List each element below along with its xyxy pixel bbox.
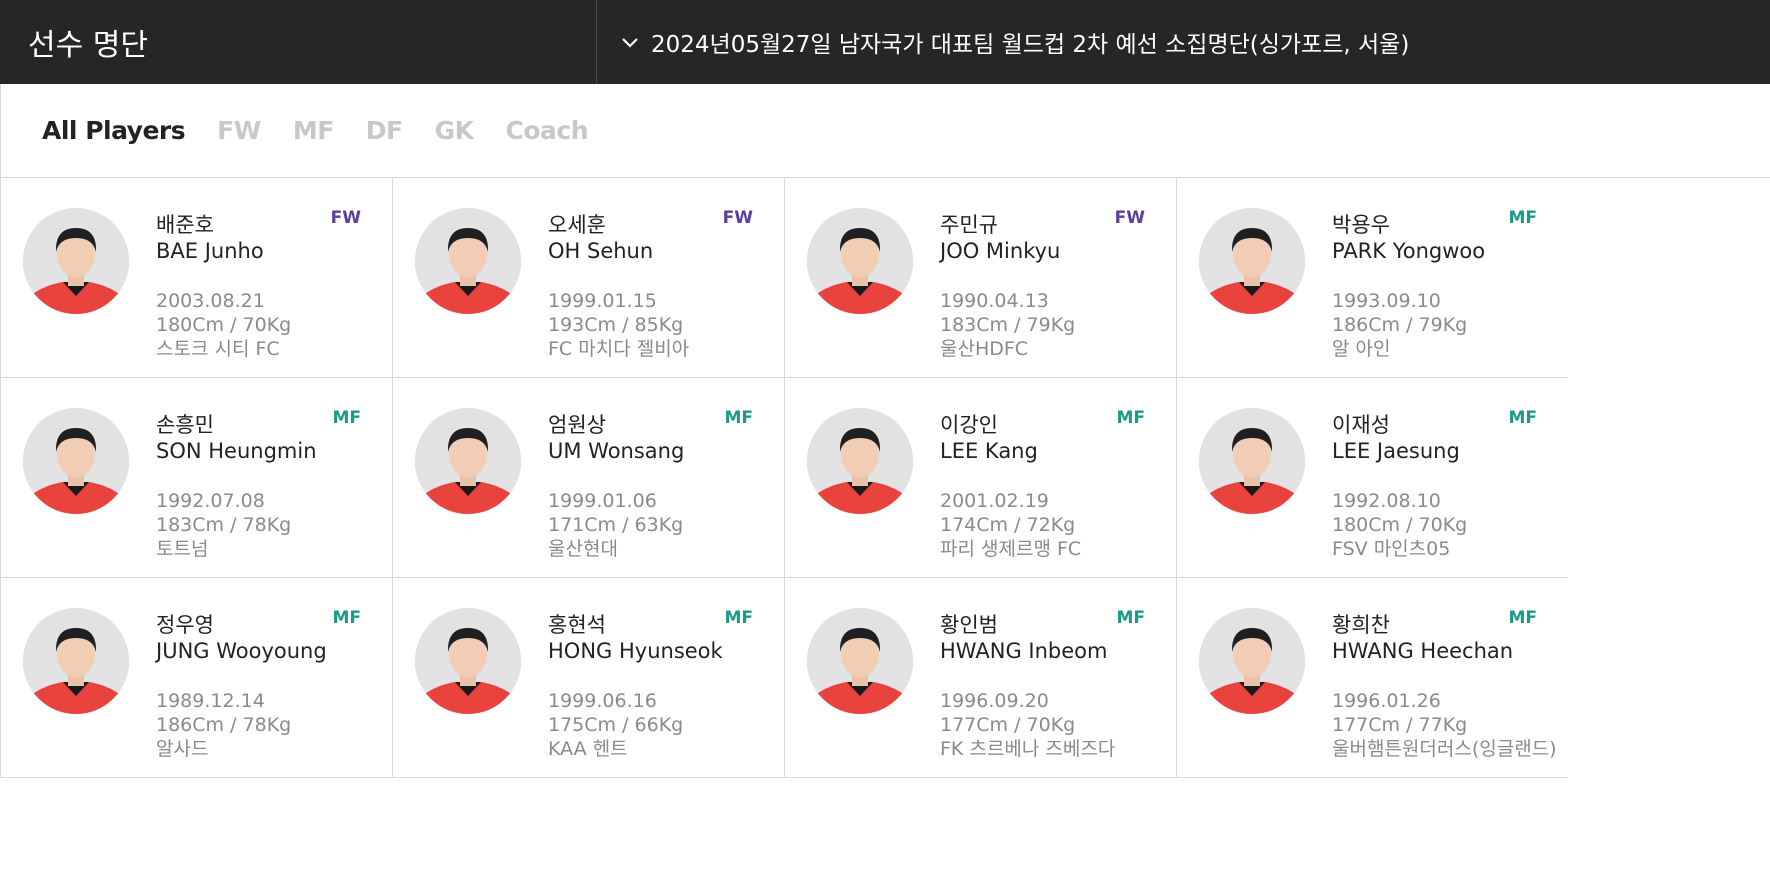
player-birthdate: 1999.01.06 [548, 490, 657, 512]
player-height-weight: 180Cm / 70Kg [156, 314, 292, 336]
player-name-english: HONG Hyunseok [548, 639, 723, 663]
player-name-korean: 이강인 [940, 413, 998, 437]
player-birthdate: 1996.01.26 [1332, 690, 1441, 712]
player-name-english: JOO Minkyu [940, 239, 1061, 263]
player-card[interactable]: MF 박용우 PARK Yongwoo 1993.09.10 186Cm / 79Kg 알… [1176, 178, 1568, 378]
player-club: FK 츠르베나 즈베즈다 [940, 738, 1116, 760]
roster-select[interactable]: 2024년05월27일 남자국가 대표팀 월드컵 2차 예선 소집명단(싱가포르… [597, 0, 1770, 84]
tab-all-players[interactable]: All Players [42, 116, 186, 145]
tab-mf[interactable]: MF [293, 116, 334, 145]
page-title: 선수 명단 [0, 0, 597, 84]
player-name-english: PARK Yongwoo [1332, 239, 1486, 263]
position-filter-bar: All Players FW MF DF GK Coach [0, 84, 1770, 178]
player-height-weight: 171Cm / 63Kg [548, 514, 684, 536]
player-club: 울산현대 [548, 538, 618, 560]
player-birthdate: 1993.09.10 [1332, 290, 1441, 312]
player-birthdate: 1992.07.08 [156, 490, 265, 512]
player-club: 알사드 [156, 738, 209, 760]
player-height-weight: 177Cm / 77Kg [1332, 714, 1468, 736]
player-name-english: OH Sehun [548, 239, 654, 263]
player-card[interactable]: MF 황인범 HWANG Inbeom 1996.09.20 177Cm / 70Kg F… [784, 578, 1176, 778]
player-photo [807, 208, 913, 314]
player-card[interactable]: FW 주민규 JOO Minkyu 1990.04.13 183Cm / 79Kg 울산H… [784, 178, 1176, 378]
player-birthdate: 1992.08.10 [1332, 490, 1441, 512]
player-card[interactable]: MF 엄원상 UM Wonsang 1999.01.06 171Cm / 63Kg 울산현… [392, 378, 784, 578]
player-name-english: UM Wonsang [548, 439, 685, 463]
player-club: 울버햄튼원더러스(잉글랜드) [1332, 738, 1557, 760]
player-club: 알 아인 [1332, 338, 1391, 360]
player-name-korean: 배준호 [156, 213, 214, 237]
player-height-weight: 180Cm / 70Kg [1332, 514, 1468, 536]
player-club: FSV 마인츠05 [1332, 538, 1451, 560]
player-height-weight: 175Cm / 66Kg [548, 714, 684, 736]
player-name-korean: 홍현석 [548, 613, 606, 637]
player-photo [807, 408, 913, 514]
tab-gk[interactable]: GK [435, 116, 474, 145]
player-name-korean: 황인범 [940, 613, 998, 637]
player-name-korean: 오세훈 [548, 213, 606, 237]
player-birthdate: 1989.12.14 [156, 690, 265, 712]
player-photo [415, 208, 521, 314]
page-header: 선수 명단 2024년05월27일 남자국가 대표팀 월드컵 2차 예선 소집명… [0, 0, 1770, 84]
player-photo [1199, 208, 1305, 314]
player-name-english: HWANG Heechan [1332, 639, 1514, 663]
player-card[interactable]: MF 황희찬 HWANG Heechan 1996.01.26 177Cm / 77Kg… [1176, 578, 1568, 778]
player-club: 토트넘 [156, 538, 209, 560]
player-name-korean: 박용우 [1332, 213, 1390, 237]
player-name-korean: 정우영 [156, 613, 214, 637]
tab-coach[interactable]: Coach [506, 116, 589, 145]
roster-select-label: 2024년05월27일 남자국가 대표팀 월드컵 2차 예선 소집명단(싱가포르… [651, 32, 1410, 58]
player-name-english: SON Heungmin [156, 439, 317, 463]
player-photo [807, 608, 913, 714]
player-name-english: LEE Kang [940, 439, 1038, 463]
player-club: 스토크 시티 FC [156, 338, 280, 360]
player-name-korean: 이재성 [1332, 413, 1390, 437]
player-card[interactable]: MF 정우영 JUNG Wooyoung 1989.12.14 186Cm / 78Kg… [0, 578, 392, 778]
player-height-weight: 186Cm / 78Kg [156, 714, 292, 736]
player-birthdate: 1996.09.20 [940, 690, 1049, 712]
player-club: FC 마치다 젤비아 [548, 338, 690, 360]
player-height-weight: 183Cm / 78Kg [156, 514, 292, 536]
player-name-korean: 주민규 [940, 213, 998, 237]
player-club: 울산HDFC [940, 338, 1029, 360]
player-height-weight: 186Cm / 79Kg [1332, 314, 1468, 336]
player-name-korean: 엄원상 [548, 413, 606, 437]
player-photo [23, 208, 129, 314]
player-card[interactable]: FW 오세훈 OH Sehun 1999.01.15 193Cm / 85Kg FC 마치… [392, 178, 784, 378]
player-photo [23, 408, 129, 514]
player-name-english: JUNG Wooyoung [156, 639, 327, 663]
player-photo [1199, 608, 1305, 714]
player-birthdate: 2003.08.21 [156, 290, 265, 312]
player-height-weight: 174Cm / 72Kg [940, 514, 1076, 536]
player-photo [23, 608, 129, 714]
player-name-english: LEE Jaesung [1332, 439, 1460, 463]
player-card[interactable]: MF 손흥민 SON Heungmin 1992.07.08 183Cm / 78Kg 토… [0, 378, 392, 578]
player-name-english: HWANG Inbeom [940, 639, 1108, 663]
player-height-weight: 193Cm / 85Kg [548, 314, 684, 336]
player-card[interactable]: MF 이재성 LEE Jaesung 1992.08.10 180Cm / 70Kg FS… [1176, 378, 1568, 578]
tab-df[interactable]: DF [366, 116, 403, 145]
player-photo [415, 408, 521, 514]
chevron-down-icon [622, 38, 638, 48]
player-name-korean: 손흥민 [156, 413, 214, 437]
player-name-english: BAE Junho [156, 239, 264, 263]
player-photo [1199, 408, 1305, 514]
player-club: 파리 생제르맹 FC [940, 538, 1082, 560]
player-card[interactable]: MF 이강인 LEE Kang 2001.02.19 174Cm / 72Kg 파리 생제… [784, 378, 1176, 578]
player-height-weight: 177Cm / 70Kg [940, 714, 1076, 736]
player-height-weight: 183Cm / 79Kg [940, 314, 1076, 336]
player-card[interactable]: FW 배준호 BAE Junho 2003.08.21 180Cm / 70Kg 스토크 … [0, 178, 392, 378]
player-birthdate: 2001.02.19 [940, 490, 1049, 512]
tab-fw[interactable]: FW [217, 116, 261, 145]
player-club: KAA 헨트 [548, 738, 628, 760]
player-name-korean: 황희찬 [1332, 613, 1390, 637]
player-photo [415, 608, 521, 714]
player-birthdate: 1999.06.16 [548, 690, 657, 712]
player-birthdate: 1999.01.15 [548, 290, 657, 312]
player-birthdate: 1990.04.13 [940, 290, 1049, 312]
player-card[interactable]: MF 홍현석 HONG Hyunseok 1999.06.16 175Cm / 66Kg… [392, 578, 784, 778]
